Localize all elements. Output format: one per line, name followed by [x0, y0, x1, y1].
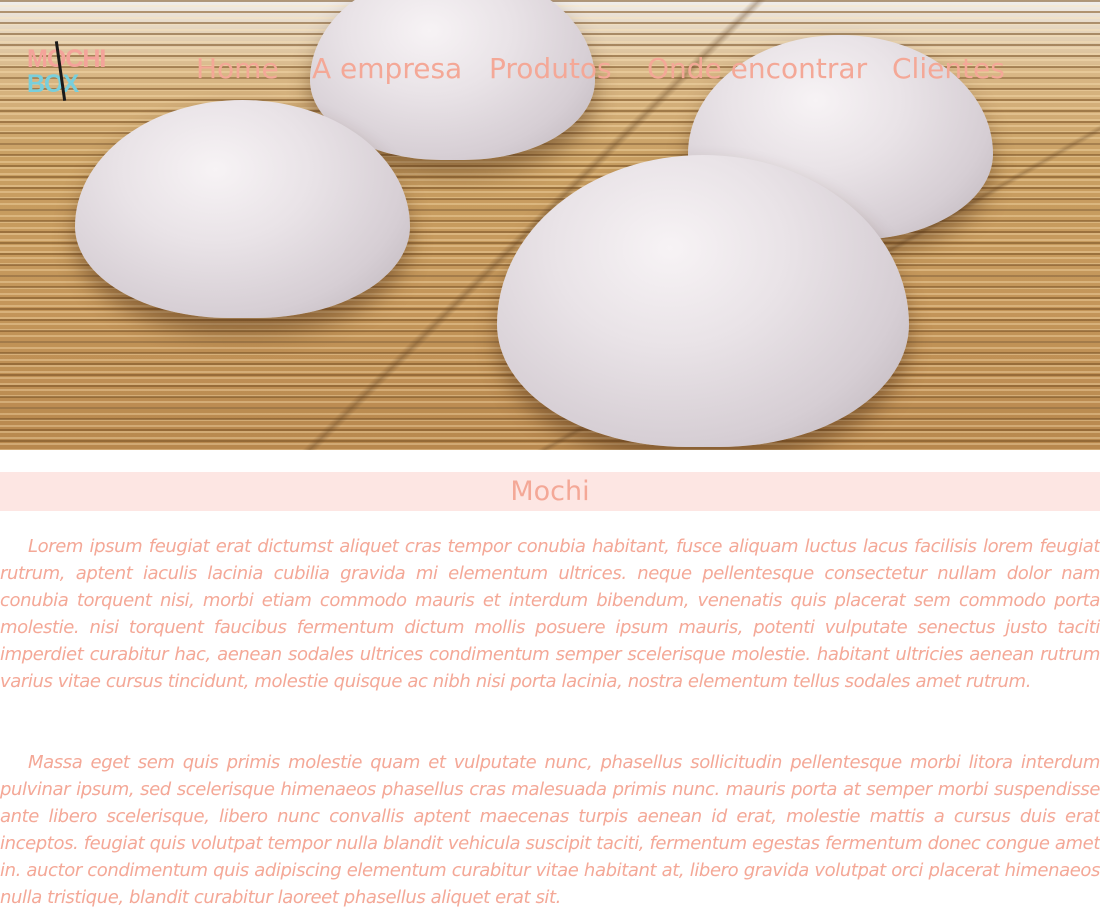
section-title: Mochi: [0, 472, 1100, 511]
nav-onde-encontrar-link[interactable]: Onde encontrar: [647, 50, 867, 88]
nav-empresa-link[interactable]: A empresa: [312, 50, 462, 88]
nav-home-link[interactable]: Home: [196, 50, 279, 88]
body-paragraph-2: Massa eget sem quis primis molestie quam…: [0, 752, 1100, 908]
nav-clientes-link[interactable]: Clientes: [892, 50, 1005, 88]
main-nav: Home A empresa Produtos Onde encontrar C…: [0, 50, 1100, 90]
nav-produtos-link[interactable]: Produtos: [489, 50, 612, 88]
body-paragraph-1: Lorem ipsum feugiat erat dictumst alique…: [0, 536, 1100, 692]
